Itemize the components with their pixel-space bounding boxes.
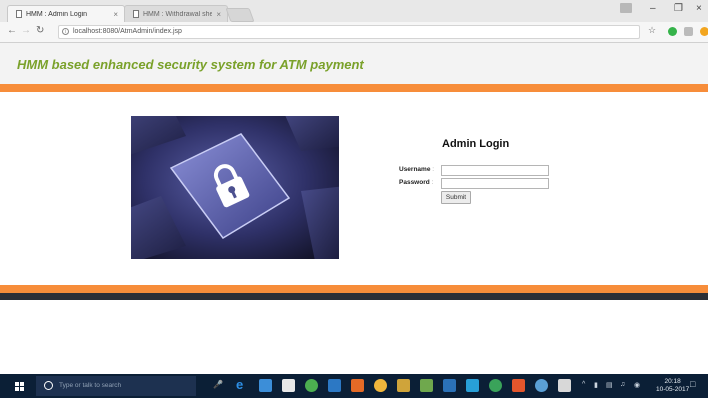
footer-orange-bar — [0, 285, 708, 293]
submit-button[interactable]: Submit — [441, 191, 471, 204]
back-arrow-icon[interactable]: ← — [7, 25, 17, 36]
browser-toolbar: ← → ↻ i localhost:8080/AtmAdmin/index.js… — [0, 22, 708, 43]
address-bar[interactable]: i localhost:8080/AtmAdmin/index.jsp — [58, 25, 640, 39]
label-colon: : — [431, 179, 434, 186]
address-text: localhost:8080/AtmAdmin/index.jsp — [73, 28, 182, 35]
taskbar-search-box[interactable]: Type or talk to search — [36, 376, 196, 396]
taskbar-app-icon[interactable] — [305, 379, 318, 392]
windows-taskbar: Type or talk to search 🎤 e ^ ▮ ▤ ♫ ◉ 20:… — [0, 374, 708, 398]
restore-icon[interactable]: ❐ — [674, 3, 683, 14]
login-title: Admin Login — [442, 138, 510, 150]
minimize-icon[interactable]: – — [650, 3, 656, 14]
header-divider — [0, 84, 708, 92]
chevron-up-icon[interactable]: ^ — [582, 381, 585, 388]
footer-dark-bar — [0, 293, 708, 300]
username-label: Username : — [399, 166, 434, 173]
extension-icon[interactable] — [700, 27, 708, 36]
username-input[interactable] — [441, 165, 549, 176]
taskbar-app-icon[interactable] — [558, 379, 571, 392]
taskbar-clock[interactable]: 20:18 10-05-2017 — [656, 378, 689, 394]
taskbar-app-icon[interactable] — [489, 379, 502, 392]
clock-time: 20:18 — [664, 378, 681, 385]
language-icon[interactable]: ◉ — [634, 381, 640, 389]
reload-icon[interactable]: ↻ — [36, 25, 44, 36]
taskbar-app-icon[interactable] — [397, 379, 410, 392]
taskbar-app-icon[interactable] — [420, 379, 433, 392]
page-title: HMM based enhanced security system for A… — [17, 57, 364, 72]
clock-date: 10-05-2017 — [656, 386, 690, 393]
star-icon[interactable]: ☆ — [648, 25, 656, 36]
close-icon[interactable]: × — [113, 10, 118, 19]
taskbar-app-icon[interactable] — [512, 379, 525, 392]
page-icon — [133, 10, 139, 18]
tab-title: HMM : Admin Login — [26, 10, 88, 18]
user-profile-icon[interactable] — [620, 3, 632, 13]
close-icon[interactable]: × — [216, 10, 221, 19]
cortana-icon — [44, 381, 53, 390]
taskbar-app-icon[interactable] — [259, 379, 272, 392]
close-window-icon[interactable]: × — [696, 3, 702, 14]
tab-withdrawal[interactable]: HMM : Withdrawal shee × — [124, 5, 228, 22]
microphone-icon[interactable]: 🎤 — [213, 380, 223, 389]
notifications-icon[interactable]: □ — [690, 379, 695, 389]
network-icon[interactable]: ▤ — [606, 381, 613, 389]
extension-icon[interactable] — [668, 27, 677, 36]
photoshop-icon[interactable] — [466, 379, 479, 392]
page-icon — [16, 10, 22, 18]
taskbar-app-icon[interactable] — [443, 379, 456, 392]
forward-arrow-icon[interactable]: → — [21, 25, 31, 36]
taskbar-app-icon[interactable] — [535, 379, 548, 392]
info-icon[interactable]: i — [62, 28, 69, 35]
username-label-text: Username — [399, 166, 431, 173]
page-header: HMM based enhanced security system for A… — [0, 43, 708, 84]
tab-title: HMM : Withdrawal shee — [143, 10, 213, 18]
password-label: Password : — [399, 179, 433, 186]
password-input[interactable] — [441, 178, 549, 189]
search-placeholder: Type or talk to search — [59, 382, 122, 389]
label-colon: : — [432, 166, 435, 173]
new-tab-button[interactable] — [225, 8, 255, 22]
volume-icon[interactable]: ♫ — [620, 381, 625, 388]
edge-icon[interactable]: e — [236, 377, 249, 392]
taskbar-app-icon[interactable] — [351, 379, 364, 392]
tab-admin-login[interactable]: HMM : Admin Login × — [7, 5, 125, 22]
password-label-text: Password — [399, 179, 430, 186]
taskbar-app-icon[interactable] — [328, 379, 341, 392]
battery-icon[interactable]: ▮ — [594, 381, 598, 389]
keyboard-illustration — [131, 116, 339, 259]
windows-start-icon[interactable] — [15, 382, 25, 391]
extension-icon[interactable] — [684, 27, 693, 36]
browser-tab-strip: HMM : Admin Login × HMM : Withdrawal she… — [0, 0, 708, 22]
chrome-icon[interactable] — [374, 379, 387, 392]
store-icon[interactable] — [282, 379, 295, 392]
security-keypad-image — [131, 116, 339, 259]
